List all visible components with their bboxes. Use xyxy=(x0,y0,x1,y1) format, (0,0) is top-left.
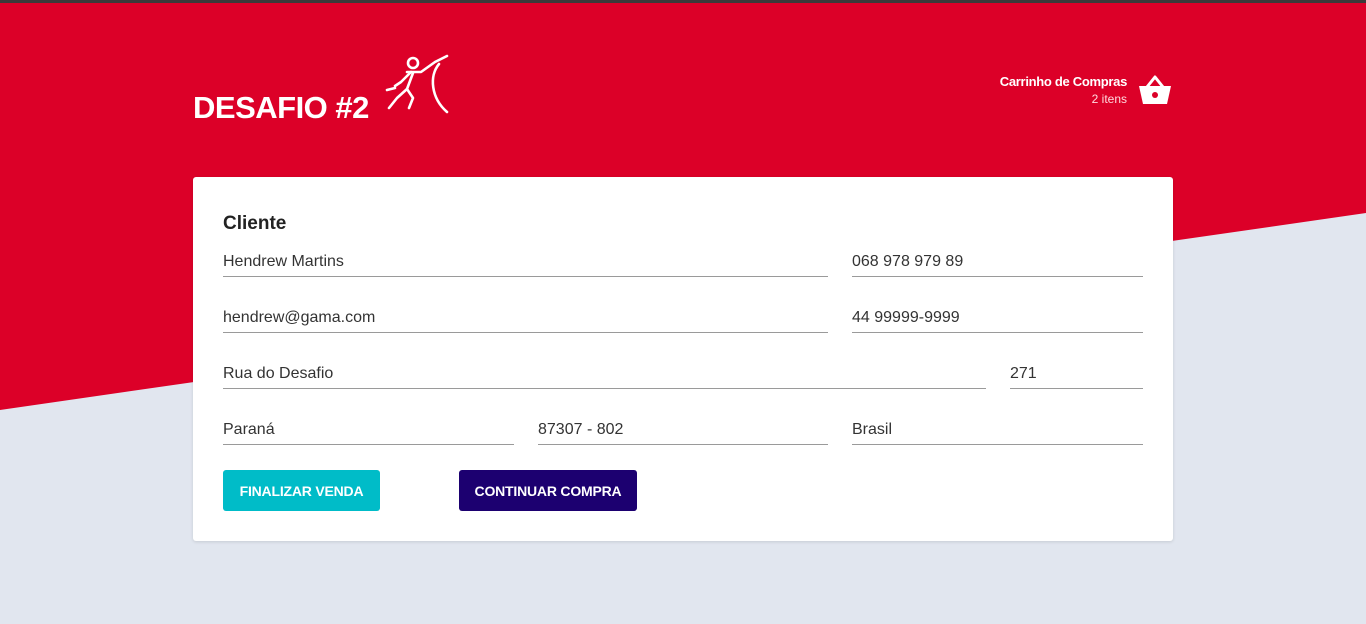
street-field xyxy=(223,359,986,389)
number-field xyxy=(1010,359,1143,389)
email-input[interactable] xyxy=(223,303,828,332)
country-input[interactable] xyxy=(852,415,1143,444)
number-input[interactable] xyxy=(1010,359,1143,388)
cart-summary: Carrinho de Compras 2 itens xyxy=(999,74,1128,106)
name-field xyxy=(223,247,828,277)
fencer-icon xyxy=(385,54,449,114)
zip-input[interactable] xyxy=(538,415,828,444)
state-input[interactable] xyxy=(223,415,514,444)
cart-item-count: 2 itens xyxy=(1091,92,1127,106)
section-title: Cliente xyxy=(223,213,287,234)
finalize-sale-button[interactable]: FINALIZAR VENDA xyxy=(223,470,380,511)
cpf-input[interactable] xyxy=(852,247,1143,276)
shopping-cart-button[interactable]: Carrinho de Compras 2 itens xyxy=(1000,70,1173,110)
state-field xyxy=(223,415,514,445)
page-title: DESAFIO #2 xyxy=(193,90,369,125)
continue-shopping-button[interactable]: CONTINUAR COMPRA xyxy=(459,470,637,511)
cpf-field xyxy=(852,247,1143,277)
zip-field xyxy=(538,415,828,445)
country-field xyxy=(852,415,1143,445)
customer-form-card: Cliente FINALIZAR VENDA CONTINUAR COMPRA xyxy=(193,177,1173,541)
email-field xyxy=(223,303,828,333)
page-header: DESAFIO #2 Carrinho de Compras 2 itens xyxy=(193,40,1173,140)
street-input[interactable] xyxy=(223,359,986,388)
cart-title: Carrinho de Compras xyxy=(999,74,1128,89)
name-input[interactable] xyxy=(223,247,828,276)
phone-input[interactable] xyxy=(852,303,1143,332)
phone-field xyxy=(852,303,1143,333)
basket-icon xyxy=(1139,75,1171,104)
